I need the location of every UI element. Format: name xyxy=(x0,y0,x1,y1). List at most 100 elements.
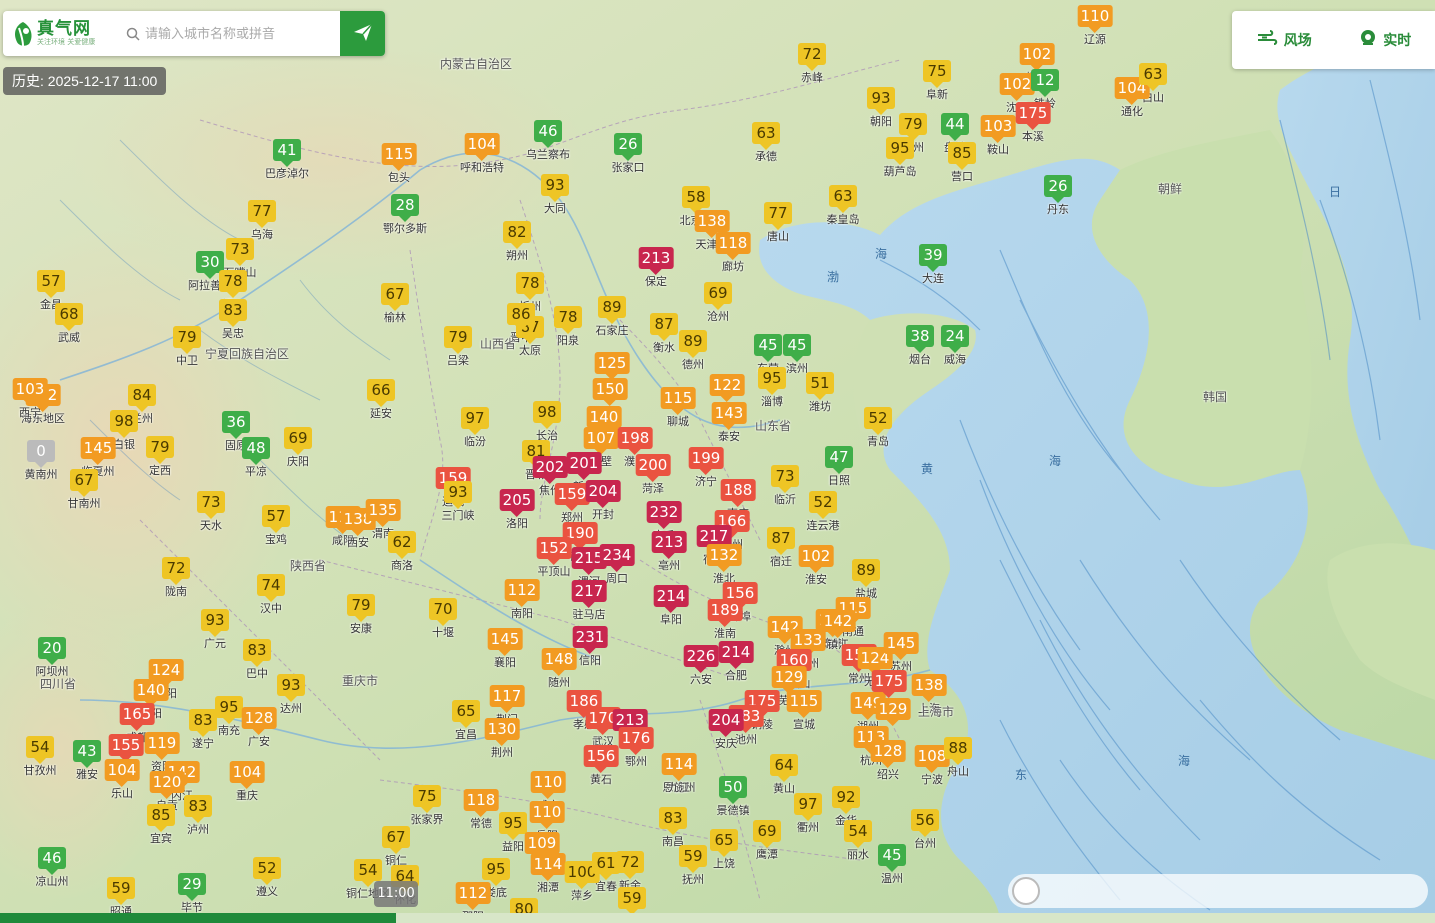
aqi-marker[interactable]: 92 xyxy=(832,786,860,814)
aqi-marker[interactable]: 97 xyxy=(461,407,489,435)
aqi-marker[interactable]: 89 xyxy=(598,296,626,324)
aqi-marker[interactable]: 118 xyxy=(463,789,499,817)
aqi-marker[interactable]: 119 xyxy=(144,732,180,760)
aqi-marker[interactable]: 82 xyxy=(503,221,531,249)
aqi-marker[interactable]: 95 xyxy=(215,696,243,724)
aqi-marker[interactable]: 98 xyxy=(533,401,561,429)
aqi-marker[interactable]: 114 xyxy=(530,853,566,881)
aqi-marker[interactable]: 125 xyxy=(594,352,630,380)
aqi-marker[interactable]: 104 xyxy=(229,761,265,789)
aqi-marker[interactable]: 84 xyxy=(128,384,156,412)
aqi-marker[interactable]: 95 xyxy=(758,367,786,395)
aqi-marker[interactable]: 117 xyxy=(489,685,525,713)
search-button[interactable] xyxy=(340,11,385,56)
aqi-marker[interactable]: 79 xyxy=(146,436,174,464)
aqi-marker[interactable]: 68 xyxy=(55,303,83,331)
aqi-marker[interactable]: 64 xyxy=(770,754,798,782)
aqi-marker[interactable]: 156 xyxy=(583,745,619,773)
aqi-marker[interactable]: 150 xyxy=(592,378,628,406)
aqi-marker[interactable]: 50 xyxy=(719,776,747,804)
aqi-marker[interactable]: 176 xyxy=(618,727,654,755)
aqi-marker[interactable]: 129 xyxy=(875,698,911,726)
play-button[interactable] xyxy=(1012,877,1040,905)
aqi-marker[interactable]: 200 xyxy=(635,454,671,482)
aqi-marker[interactable]: 213 xyxy=(651,531,687,559)
aqi-marker[interactable]: 51 xyxy=(806,372,834,400)
aqi-marker[interactable]: 58 xyxy=(682,186,710,214)
aqi-marker[interactable]: 204 xyxy=(585,480,621,508)
aqi-marker[interactable]: 79 xyxy=(444,326,472,354)
aqi-marker[interactable]: 142 xyxy=(820,610,856,638)
aqi-marker[interactable]: 38 xyxy=(906,325,934,353)
aqi-marker[interactable]: 104 xyxy=(104,759,140,787)
aqi-marker[interactable]: 145 xyxy=(487,628,523,656)
aqi-marker[interactable]: 74 xyxy=(257,574,285,602)
aqi-marker[interactable]: 45 xyxy=(878,844,906,872)
realtime-mode-button[interactable]: 实时 xyxy=(1359,29,1411,51)
aqi-marker[interactable]: 48 xyxy=(242,437,270,465)
aqi-marker[interactable]: 97 xyxy=(794,793,822,821)
aqi-marker[interactable]: 110 xyxy=(530,771,566,799)
aqi-marker[interactable]: 155 xyxy=(108,734,144,762)
aqi-marker[interactable]: 112 xyxy=(504,579,540,607)
aqi-marker[interactable]: 78 xyxy=(554,306,582,334)
aqi-marker[interactable]: 93 xyxy=(444,481,472,509)
aqi-marker[interactable]: 77 xyxy=(764,202,792,230)
aqi-marker[interactable]: 69 xyxy=(284,427,312,455)
aqi-marker[interactable]: 78 xyxy=(516,272,544,300)
aqi-marker[interactable]: 107 xyxy=(583,427,619,455)
aqi-marker[interactable]: 205 xyxy=(499,489,535,517)
aqi-marker[interactable]: 102 xyxy=(1019,43,1055,71)
aqi-marker[interactable]: 204 xyxy=(708,709,744,737)
aqi-marker[interactable]: 232 xyxy=(646,501,682,529)
aqi-marker[interactable]: 115 xyxy=(660,387,696,415)
aqi-marker[interactable]: 103 xyxy=(12,378,48,406)
aqi-marker[interactable]: 122 xyxy=(709,374,745,402)
aqi-marker[interactable]: 67 xyxy=(382,826,410,854)
aqi-marker[interactable]: 189 xyxy=(707,599,743,627)
aqi-marker[interactable]: 87 xyxy=(767,527,795,555)
aqi-marker[interactable]: 88 xyxy=(944,737,972,765)
aqi-marker[interactable]: 46 xyxy=(534,120,562,148)
aqi-marker[interactable]: 140 xyxy=(133,679,169,707)
aqi-marker[interactable]: 65 xyxy=(710,829,738,857)
aqi-marker[interactable]: 66 xyxy=(367,379,395,407)
aqi-marker[interactable]: 46 xyxy=(38,847,66,875)
aqi-marker[interactable]: 89 xyxy=(852,559,880,587)
aqi-marker[interactable]: 67 xyxy=(381,283,409,311)
wind-mode-button[interactable]: 风场 xyxy=(1256,30,1312,50)
aqi-marker[interactable]: 0 xyxy=(27,440,55,468)
aqi-marker[interactable]: 159 xyxy=(554,483,590,511)
aqi-marker[interactable]: 213 xyxy=(638,247,674,275)
aqi-marker[interactable]: 188 xyxy=(720,479,756,507)
aqi-marker[interactable]: 83 xyxy=(243,639,271,667)
aqi-marker[interactable]: 83 xyxy=(659,807,687,835)
aqi-marker[interactable]: 128 xyxy=(241,707,277,735)
aqi-marker[interactable]: 120 xyxy=(149,771,185,799)
aqi-marker[interactable]: 72 xyxy=(162,557,190,585)
aqi-marker[interactable]: 175 xyxy=(1015,102,1051,130)
aqi-marker[interactable]: 69 xyxy=(753,820,781,848)
aqi-marker[interactable]: 145 xyxy=(883,632,919,660)
aqi-marker[interactable]: 83 xyxy=(219,299,247,327)
aqi-marker[interactable]: 83 xyxy=(189,709,217,737)
aqi-marker[interactable]: 54 xyxy=(354,859,382,887)
aqi-marker[interactable]: 145 xyxy=(80,437,116,465)
aqi-marker[interactable]: 44 xyxy=(941,113,969,141)
logo[interactable]: 真气网 关注环境 关爱健康 xyxy=(3,20,123,48)
aqi-marker[interactable]: 199 xyxy=(688,447,724,475)
aqi-marker[interactable]: 59 xyxy=(618,887,646,915)
aqi-marker[interactable]: 89 xyxy=(679,330,707,358)
aqi-marker[interactable]: 67 xyxy=(70,469,98,497)
aqi-marker[interactable]: 124 xyxy=(148,659,184,687)
aqi-marker[interactable]: 95 xyxy=(499,812,527,840)
aqi-marker[interactable]: 73 xyxy=(226,238,254,266)
aqi-marker[interactable]: 75 xyxy=(413,785,441,813)
aqi-marker[interactable]: 72 xyxy=(616,851,644,879)
aqi-marker[interactable]: 79 xyxy=(899,113,927,141)
aqi-marker[interactable]: 135 xyxy=(365,499,401,527)
aqi-marker[interactable]: 77 xyxy=(248,200,276,228)
aqi-marker[interactable]: 152 xyxy=(536,537,572,565)
aqi-marker[interactable]: 63 xyxy=(1139,63,1167,91)
aqi-marker[interactable]: 202 xyxy=(532,456,568,484)
